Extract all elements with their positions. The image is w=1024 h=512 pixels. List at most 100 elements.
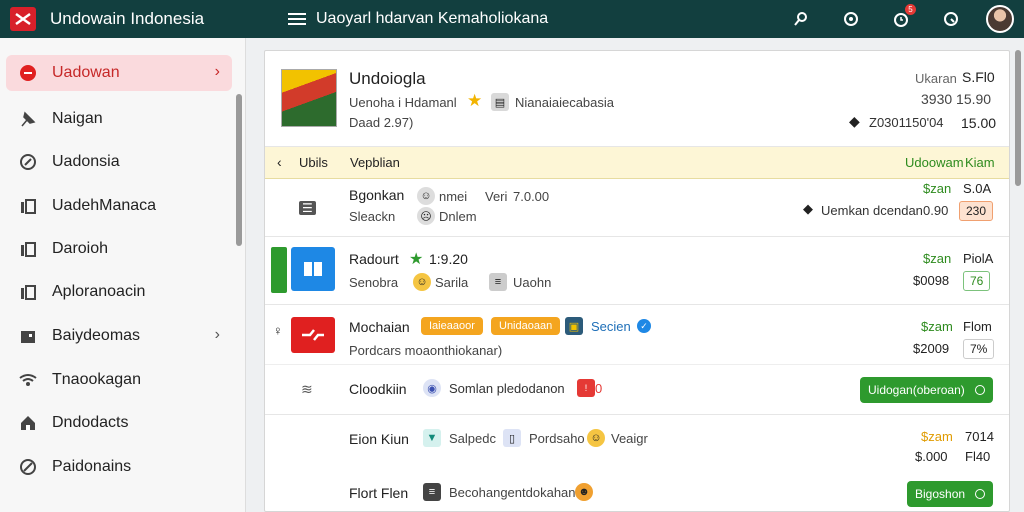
star-icon: ★ [409,251,424,268]
notification-badge: 5 [905,4,916,15]
hamburger-menu-icon[interactable] [288,13,306,25]
list-item[interactable]: Eion Kiun ▼ Salpedc ▯ Pordsaho ☺ Veaigr … [265,415,1009,469]
sidebar-item-label: Paidonains [52,458,132,475]
sidebar-item-tnaookagan[interactable]: Tnaookagan [6,362,232,398]
list-item[interactable]: ♀ Mochaian Iaieaaoor Unidaoaan ▣ Secien … [265,305,1009,365]
action-button[interactable]: Uidogan(oberoan) [860,377,993,403]
section-title: Vepblian [350,155,400,170]
compass-icon [18,152,38,172]
sidebar-item-naigan[interactable]: Naigan [6,101,232,137]
notification-icon[interactable]: 5 [890,4,916,30]
sku-price: 15.00 [961,115,997,131]
item-type-icon: ☰ [299,201,316,215]
app-logo-icon[interactable] [10,7,36,31]
size-label: Ukaran [915,71,957,86]
alert-icon: ! [577,379,595,397]
item-sub: Senobra [349,275,399,290]
item-qty-box[interactable]: 230 [959,201,994,221]
sidebar-item-uadehmanaca[interactable]: UadehManaca [6,188,232,224]
status-strip [271,247,287,293]
list-item[interactable]: ≋ Cloodkiin ◉ Somlan pledodanon ! 0 Uido… [265,365,1009,415]
item-price2: Flom [963,319,992,334]
chevron-right-icon: › [214,326,220,343]
item-price: $zam [921,319,953,334]
sidebar-item-label: Dndodacts [52,414,129,431]
item-count: 0 [595,381,603,396]
shield-icon: ▼ [423,429,441,447]
brand-logo-icon[interactable] [291,317,335,353]
avatar[interactable] [986,5,1014,33]
size-value: S.Fl0 [962,69,995,85]
sidebar-item-label: Baiydeomas [52,327,141,344]
back-chevron-icon[interactable]: ‹ [277,154,282,170]
sidebar-scrollbar[interactable] [236,94,242,246]
product-image[interactable] [281,69,337,127]
chat-icon [18,63,38,83]
info-circle-icon [975,489,986,499]
top-bar: Undowain Indonesia Uaoyarl hdarvan Kemah… [0,0,1024,38]
app-title: Undowain Indonesia [50,9,205,28]
user-icon[interactable] [790,8,812,30]
sort-icon[interactable]: ◆ [849,113,860,130]
item-qty-box[interactable]: 7% [963,339,995,359]
sidebar: Uadowan › Naigan Uadonsia UadehManaca Da… [0,38,246,512]
item-sub: Sleackn [349,209,396,224]
page-title: Uaoyarl hdarvan Kemaholiokana [316,10,549,27]
edit-icon [18,457,38,477]
briefcase-icon [18,326,38,346]
sidebar-item-uadonsia[interactable]: Uadonsia [6,144,232,180]
sidebar-item-baiydeomas[interactable]: Baiydeomas › [6,318,232,354]
info-icon: ◉ [423,379,441,397]
verified-icon: ✓ [637,319,651,333]
section-header: ‹ Ubils Vepblian Udoowam Kiam [265,147,1009,179]
sidebar-item-label: Tnaookagan [52,371,141,388]
item-name: Mochaian [349,319,410,335]
item-sub2: Pordsaho [529,431,585,446]
item-price: $zan [923,251,952,266]
product-tag: Nianaiaiecabasia [515,95,615,110]
back-link[interactable]: Ubils [299,155,328,170]
item-version: 7.0.00 [513,189,550,204]
sidebar-item-aploranoacin[interactable]: Aploranoacin [6,274,232,310]
help-icon[interactable] [940,8,962,30]
item-name: Flort Flen [349,485,409,501]
sidebar-item-daroioh[interactable]: Daroioh [6,231,232,267]
layers-icon: ≋ [301,381,313,397]
list-icon: ≡ [489,273,507,291]
section-right-2[interactable]: Kiam [965,155,995,170]
sidebar-item-dndodacts[interactable]: Dndodacts [6,405,232,441]
sidebar-item-label: Uadonsia [52,153,120,170]
action-button[interactable]: Bigoshon [907,481,994,507]
item-amount: $2009 [913,341,950,356]
smile-icon: ☺ [587,429,605,447]
sidebar-item-paidonains[interactable]: Paidonains [6,449,232,485]
section-right[interactable]: Udoowam [905,155,964,170]
item-price: $zan [923,181,952,196]
refresh-icon[interactable] [840,8,862,30]
item-note: Uemkan dcendan [821,203,923,218]
brand-mini-icon: ▣ [565,317,583,335]
item-amount: $0098 [913,273,950,288]
emoji-icon: ☻ [575,483,593,501]
item-qty-box[interactable]: 76 [963,271,991,291]
sidebar-item-uadowan[interactable]: Uadowan › [6,55,232,91]
product-meta: Daad 2.97) [349,115,414,130]
status-chip[interactable]: Unidaoaan [491,317,561,335]
list-item[interactable]: Flort Flen ≡ Becohangentdokahan ☻ Bigosh… [265,469,1009,511]
item-sub: Somlan pledodanon [449,381,565,396]
status-chip[interactable]: Iaieaaoor [421,317,483,335]
main-panel: Undoiogla Uenoha i Hdamanl ★ ▤ Nianaiaie… [264,50,1010,512]
user-mini-icon: ☺ [417,187,435,205]
item-sub2: Sarila [435,275,469,290]
sort-icon[interactable]: ◆ [803,201,813,217]
item-sub3: Veaigr [611,431,648,446]
pin-icon[interactable]: ♀ [273,323,283,338]
windows-icon[interactable] [291,247,335,291]
face-icon: ☹ [417,207,435,225]
list-item[interactable]: Radourt ★ 1:9.20 Senobra ☺ Sarila ≡ Uaoh… [265,237,1009,305]
info-circle-icon [974,385,985,395]
sidebar-item-label: Aploranoacin [52,283,146,300]
action-button-label: Uidogan(oberoan) [868,383,965,397]
list-item[interactable]: ☰ Bgonkan ☺ nmei Veri 7.0.00 Sleackn ☹ D… [265,179,1009,237]
main-scrollbar[interactable] [1015,50,1021,186]
